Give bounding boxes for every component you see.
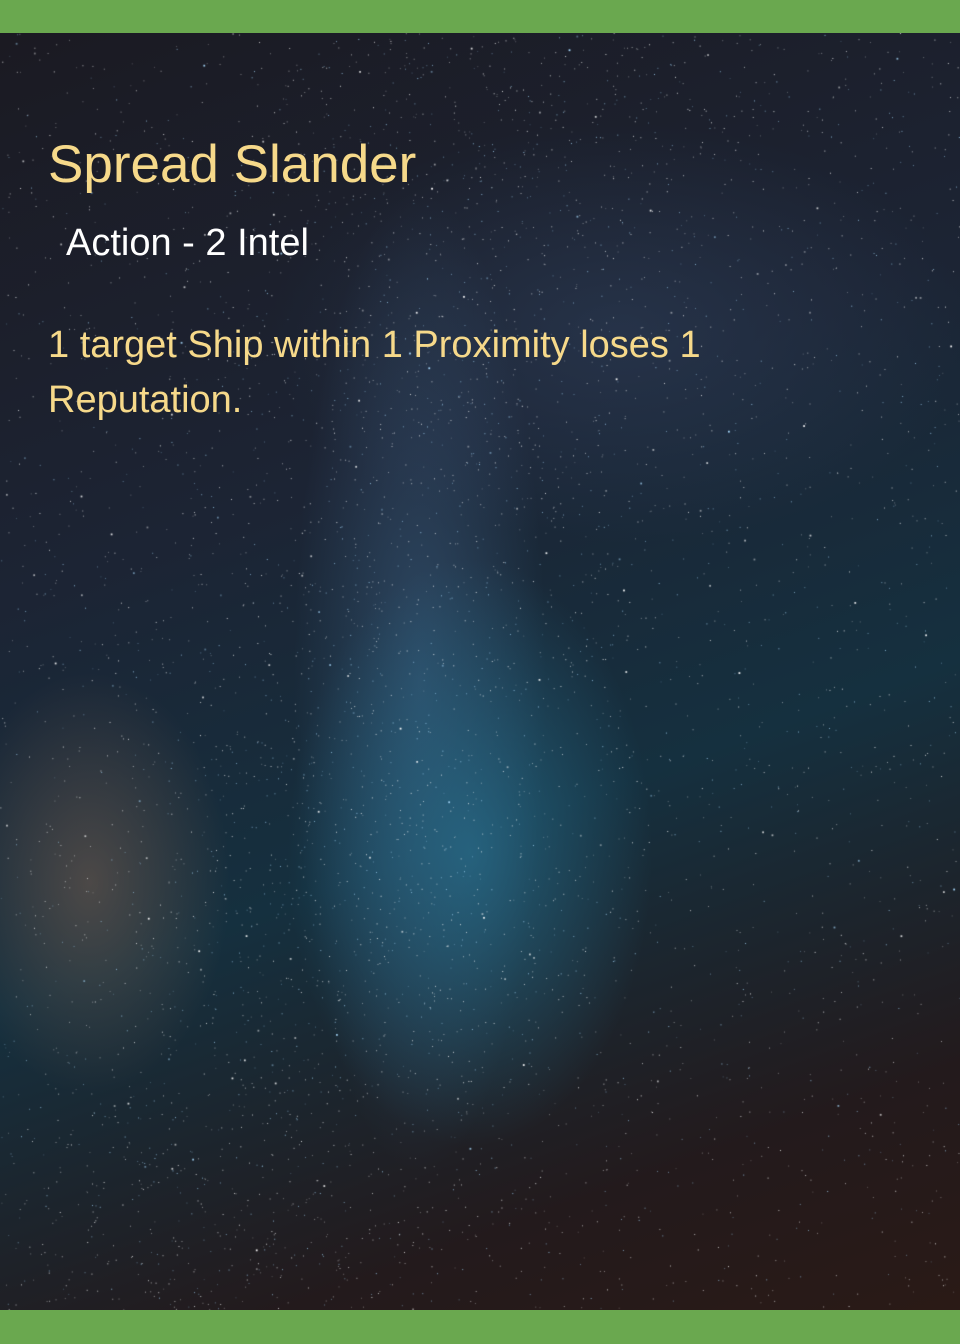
card-effect-text: 1 target Ship within 1 Proximity loses 1… — [48, 324, 701, 421]
bottom-frame-bar — [0, 1310, 960, 1344]
card-title: Spread Slander — [48, 135, 417, 194]
top-frame-bar — [0, 0, 960, 33]
card-type-cost: Action - 2 Intel — [66, 222, 309, 264]
